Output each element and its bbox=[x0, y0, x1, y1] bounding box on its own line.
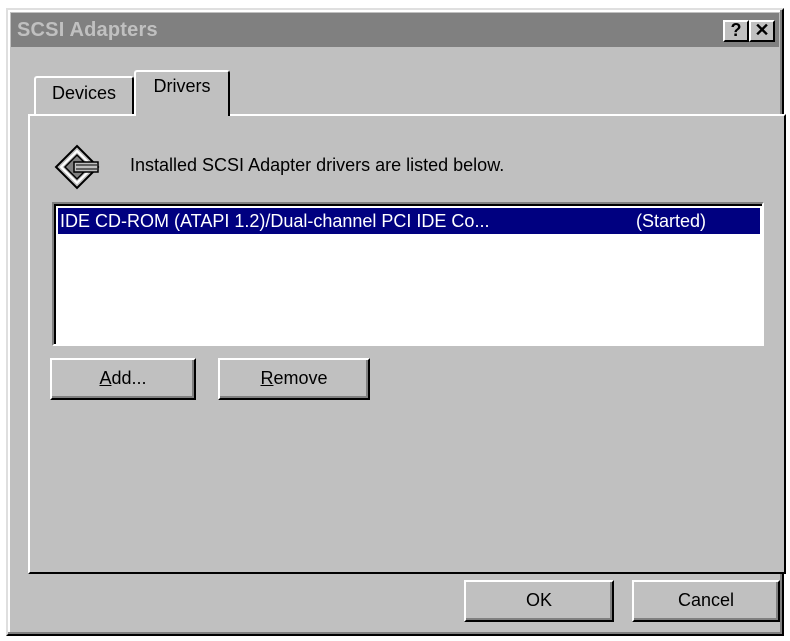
close-button[interactable]: ✕ bbox=[749, 20, 775, 42]
tab-drivers[interactable]: Drivers bbox=[134, 70, 230, 116]
add-button-mnemonic: A bbox=[99, 368, 112, 388]
cancel-button[interactable]: Cancel bbox=[632, 580, 780, 622]
help-button[interactable]: ? bbox=[723, 20, 749, 42]
scsi-adapters-dialog: SCSI Adapters ? ✕ Devices Drivers Instal… bbox=[6, 8, 786, 636]
driver-status: (Started) bbox=[636, 211, 707, 231]
remove-button-label: emove bbox=[273, 368, 328, 388]
tab-devices[interactable]: Devices bbox=[34, 76, 134, 114]
remove-button-mnemonic: R bbox=[260, 368, 274, 388]
add-button[interactable]: Add... bbox=[50, 358, 196, 400]
add-button-label: dd... bbox=[111, 368, 147, 388]
list-item[interactable]: IDE CD-ROM (ATAPI 1.2)/Dual-channel PCI … bbox=[58, 208, 760, 234]
close-icon: ✕ bbox=[754, 20, 770, 40]
ok-button[interactable]: OK bbox=[464, 580, 614, 622]
info-label: Installed SCSI Adapter drivers are liste… bbox=[130, 155, 505, 175]
tab-drivers-label: Drivers bbox=[153, 76, 211, 96]
remove-button[interactable]: Remove bbox=[218, 358, 370, 400]
drivers-listbox[interactable]: IDE CD-ROM (ATAPI 1.2)/Dual-channel PCI … bbox=[52, 202, 764, 346]
driver-name: IDE CD-ROM (ATAPI 1.2)/Dual-channel PCI … bbox=[60, 211, 490, 231]
drivers-tab-panel: Installed SCSI Adapter drivers are liste… bbox=[28, 114, 786, 574]
tab-devices-label: Devices bbox=[51, 83, 117, 103]
window-title: SCSI Adapters bbox=[17, 19, 158, 41]
title-bar[interactable]: SCSI Adapters ? ✕ bbox=[11, 13, 779, 47]
scsi-adapter-icon bbox=[54, 144, 100, 190]
